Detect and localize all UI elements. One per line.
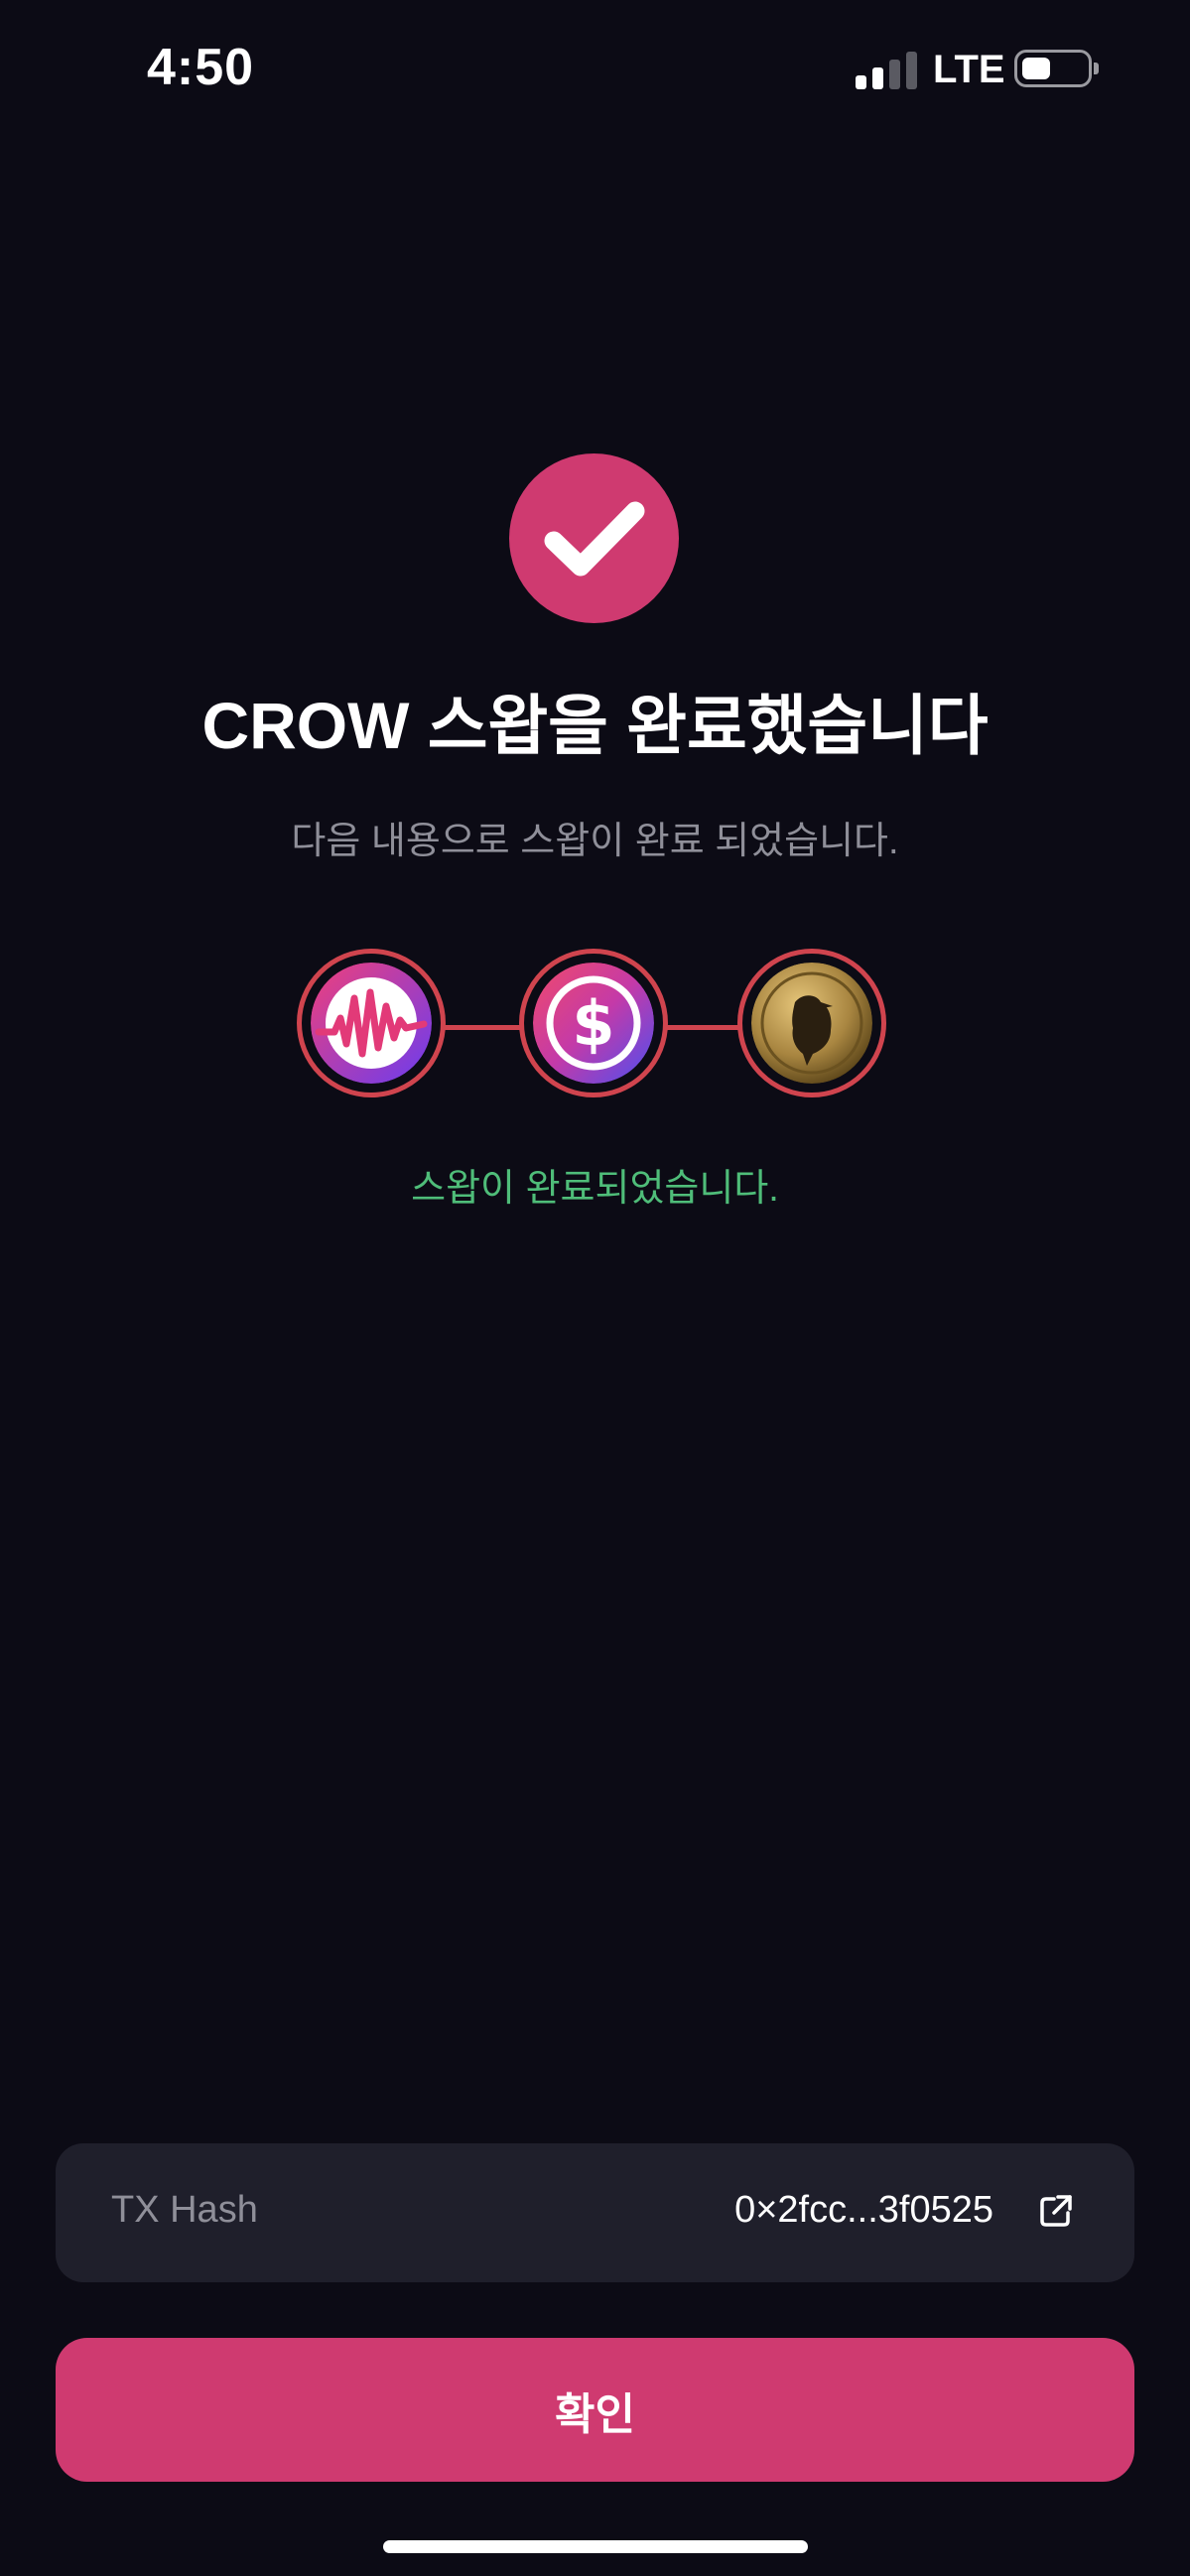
swap-route: $ [0,949,1190,1107]
swap-complete-message: 스왑이 완료되었습니다. [411,1168,779,1210]
route-connector [445,1025,524,1030]
signal-bar [872,67,883,89]
wave-token-icon [311,963,432,1084]
tx-hash-card: TX Hash 0×2fcc...3f0525 [56,2143,1134,2282]
battery-icon [1014,50,1099,87]
confirm-button[interactable]: 확인 [56,2338,1134,2482]
status-bar: 4:50 LTE [0,0,1190,139]
route-token-3 [737,949,886,1097]
battery-level-fill [1022,58,1050,79]
crow-coin-icon [751,963,872,1084]
page-subtitle: 다음 내용으로 스왑이 완료 되었습니다. [291,821,899,862]
network-type: LTE [933,48,1005,91]
success-check-badge [509,453,679,623]
tx-hash-value[interactable]: 0×2fcc...3f0525 [734,2189,993,2232]
page-title: CROW 스왑을 완료했습니다 [201,689,989,762]
signal-bar [889,60,900,89]
route-token-2: $ [519,949,668,1097]
signal-bar [856,75,866,89]
usd-stablecoin-icon: $ [533,963,654,1084]
signal-strength-icon [856,52,919,89]
check-icon [544,501,645,577]
svg-text:$: $ [572,987,614,1060]
status-time: 4:50 [147,39,255,96]
signal-bar [906,52,917,89]
tx-hash-label: TX Hash [111,2189,258,2231]
external-link-icon[interactable] [1034,2189,1078,2233]
home-indicator[interactable] [383,2540,808,2553]
route-token-1 [297,949,446,1097]
route-connector [665,1025,744,1030]
